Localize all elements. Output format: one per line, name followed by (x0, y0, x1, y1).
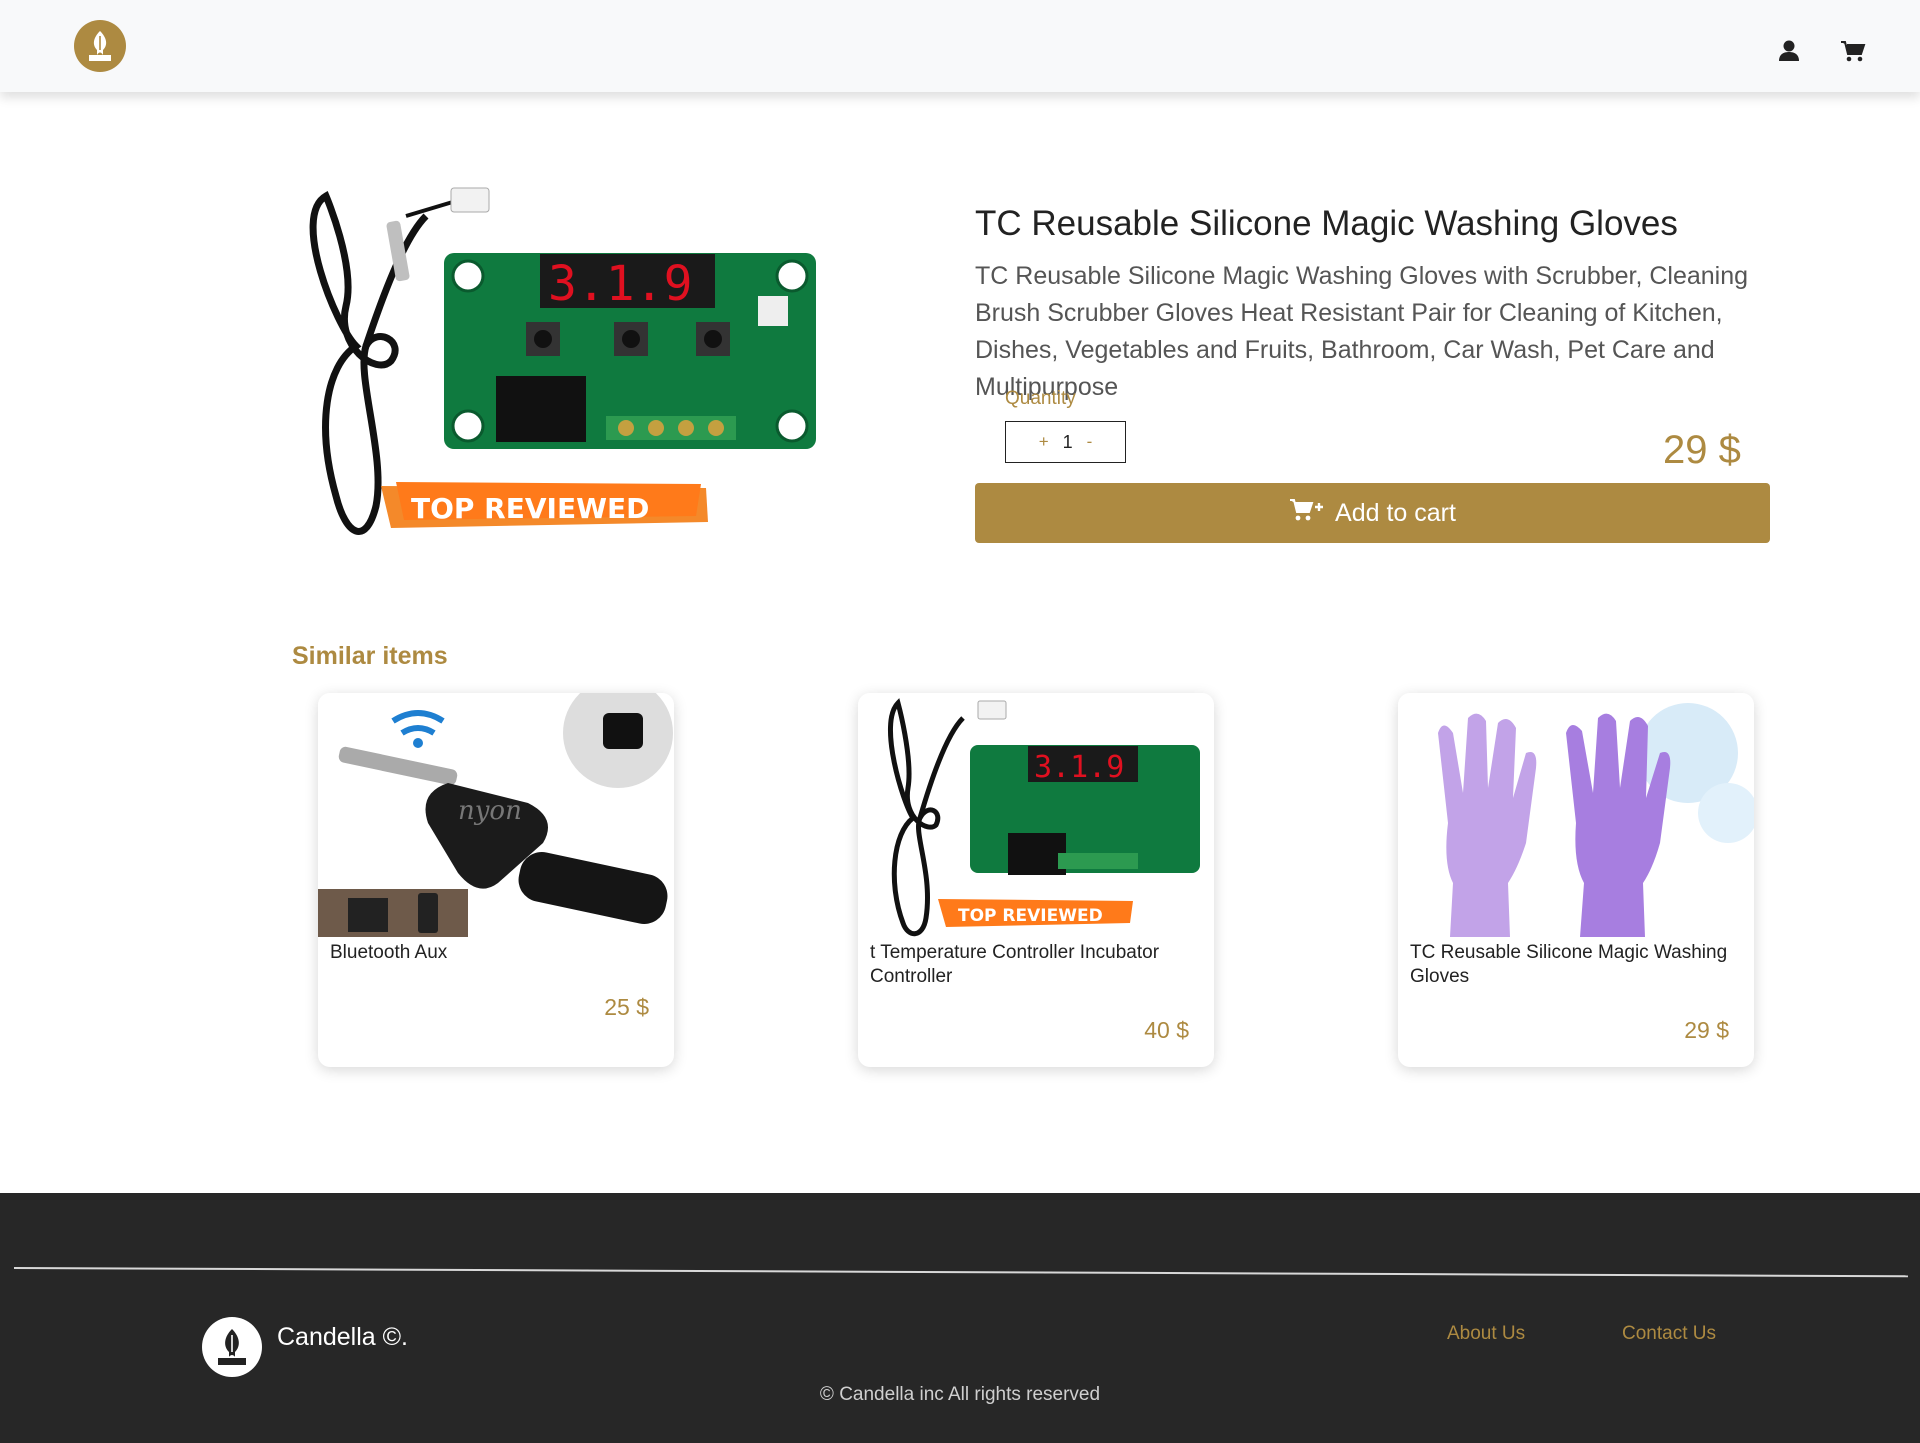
candle-leaf-logo-icon[interactable] (74, 20, 126, 72)
similar-item-card[interactable]: 3.1.9 TOP REVIEWED t Temperature Control… (858, 693, 1214, 1067)
similar-item-card[interactable]: TC Reusable Silicone Magic Washing Glove… (1398, 693, 1754, 1067)
user-icon[interactable] (1776, 38, 1802, 64)
similar-item-price: 25 $ (604, 994, 649, 1020)
quantity-stepper: + 1 - (1005, 421, 1126, 463)
similar-item-name: Bluetooth Aux (330, 942, 448, 963)
temperature-controller-image: 3.1.9 TOP REVIEWED (858, 693, 1214, 937)
similar-item-display: 3.1.9 (1034, 750, 1124, 785)
product-image-display: 3.1.9 (548, 256, 693, 312)
similar-item-name: t Temperature Controller Incubator Contr… (870, 942, 1160, 987)
cart-plus-icon (1289, 497, 1325, 530)
similar-item-name: TC Reusable Silicone Magic Washing Glove… (1410, 942, 1728, 987)
navbar (0, 0, 1920, 92)
product-detail: 3.1.9 TOP REVIEWED TC Reusable Silicone … (296, 176, 1770, 556)
footer-brand: Candella ©. (277, 1323, 408, 1351)
similar-items-list: nyon Bluetooth Aux 25 $ 3.1.9 TOP REVIEW… (318, 693, 1758, 1069)
contact-us-link[interactable]: Contact Us (1622, 1323, 1716, 1345)
about-us-link[interactable]: About Us (1447, 1323, 1525, 1345)
candle-leaf-logo-icon[interactable] (202, 1317, 262, 1377)
product-image: 3.1.9 TOP REVIEWED (296, 176, 836, 556)
quantity-increment-button[interactable]: + (1039, 432, 1049, 452)
silicone-gloves-image (1398, 693, 1754, 937)
bluetooth-aux-image: nyon (318, 693, 674, 937)
footer: Candella ©. About Us Contact Us © Candel… (0, 1193, 1920, 1443)
similar-item-card[interactable]: nyon Bluetooth Aux 25 $ (318, 693, 674, 1067)
top-reviewed-badge: TOP REVIEWED (411, 492, 649, 525)
copyright-text: © Candella inc All rights reserved (819, 1384, 1101, 1405)
quantity-decrement-button[interactable]: - (1087, 432, 1093, 452)
quantity-label: Quantity (1005, 388, 1076, 409)
footer-divider (13, 1267, 1908, 1277)
similar-items-heading: Similar items (292, 642, 448, 670)
quantity-value[interactable]: 1 (1063, 432, 1073, 453)
cart-icon[interactable] (1840, 38, 1866, 64)
similar-item-price: 29 $ (1684, 1017, 1729, 1043)
similar-item-badge: TOP REVIEWED (958, 906, 1103, 926)
similar-item-price: 40 $ (1144, 1017, 1189, 1043)
product-description: TC Reusable Silicone Magic Washing Glove… (975, 262, 1749, 401)
svg-text:nyon: nyon (458, 796, 522, 826)
add-to-cart-label: Add to cart (1335, 498, 1456, 527)
product-price: 29 $ (1663, 428, 1741, 472)
add-to-cart-button[interactable]: Add to cart (975, 483, 1770, 543)
product-title: TC Reusable Silicone Magic Washing Glove… (975, 204, 1678, 243)
